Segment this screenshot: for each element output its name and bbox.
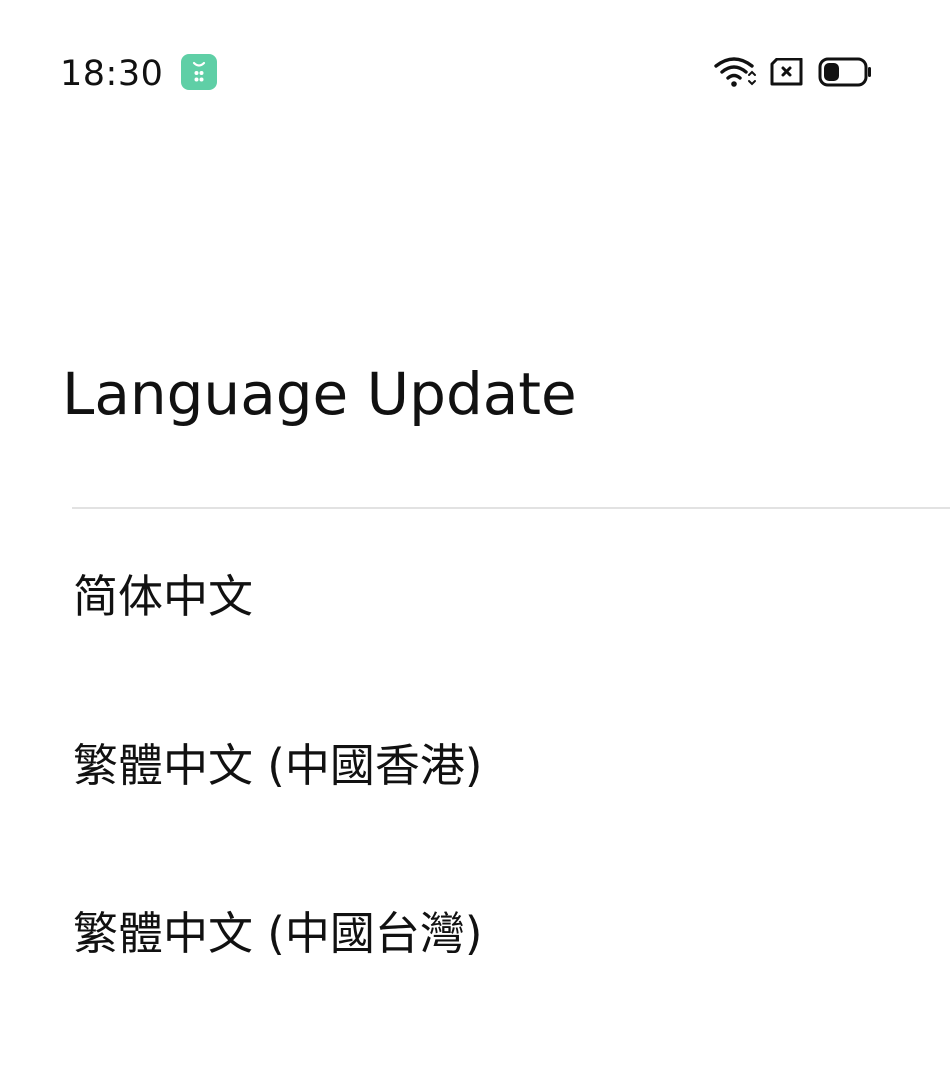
language-item-label: 简体中文 [73, 570, 254, 623]
app-notification-icon [181, 54, 217, 90]
language-item-traditional-chinese-hong-kong[interactable]: 繁體中文 (中國香港) [0, 738, 950, 908]
battery-icon [818, 57, 871, 87]
language-item-traditional-chinese-taiwan[interactable]: 繁體中文 (中國台灣) [0, 906, 950, 1076]
status-bar: 18:30 [0, 0, 950, 140]
title-divider [72, 507, 950, 509]
no-sim-icon [770, 58, 803, 86]
wifi-icon [714, 57, 756, 87]
language-item-simplified-chinese[interactable]: 简体中文 [0, 569, 950, 739]
language-item-label: 繁體中文 (中國香港) [73, 739, 483, 792]
page-title: Language Update [62, 360, 577, 428]
language-item-label: 繁體中文 (中國台灣) [73, 907, 483, 960]
status-clock: 18:30 [60, 54, 164, 94]
